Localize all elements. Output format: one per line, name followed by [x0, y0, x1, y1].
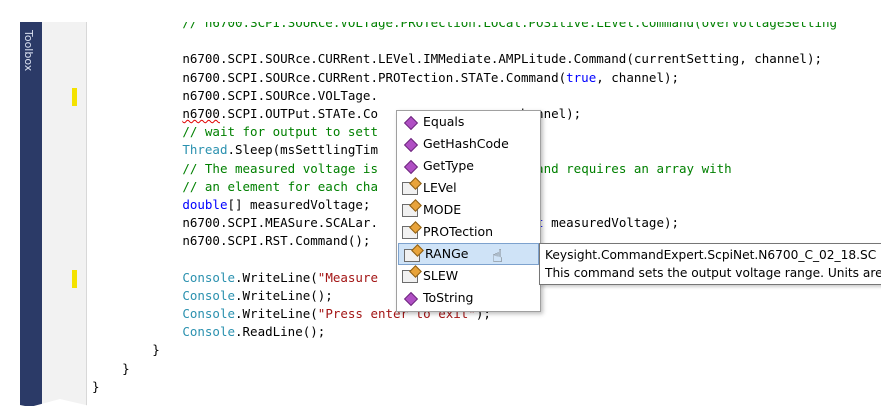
intellisense-item-protection[interactable]: PROTection [397, 221, 540, 243]
code-line[interactable] [92, 32, 837, 50]
code-token: .Sleep(msSettlingTim [227, 142, 378, 158]
code-token: .SCPI.OUTPut.STATe.Co [219, 105, 378, 121]
closing-brace: } [122, 360, 130, 376]
toolbox-tab-label: Toolbox [22, 30, 35, 72]
intellisense-item-label: PROTection [423, 224, 494, 239]
code-token: .WriteLine(); [235, 287, 333, 303]
method-icon [403, 115, 419, 131]
code-token: // an element for each cha [182, 178, 378, 194]
code-line[interactable]: Console.ReadLine(); [92, 323, 837, 341]
editor-gutter [42, 6, 86, 406]
intellisense-tooltip: Keysight.CommandExpert.ScpiNet.N6700_C_0… [539, 243, 881, 285]
closing-brace: } [92, 378, 100, 394]
intellisense-list[interactable]: Equals GetHashCode GetType LEVel MODE PROTect… [396, 110, 541, 312]
intellisense-item-range[interactable]: RANGe [398, 243, 539, 265]
property-icon [402, 226, 418, 239]
code-token: Console [182, 324, 235, 340]
code-token: "Measure [317, 269, 379, 285]
change-marker [72, 270, 77, 288]
code-token: .WriteLine( [235, 269, 318, 285]
code-token: n6700.SCPI.MEASure.SCALar. [182, 215, 378, 231]
code-token: Thread [182, 142, 228, 158]
code-token: Console [182, 269, 235, 285]
code-token: true [566, 69, 597, 85]
intellisense-item-mode[interactable]: MODE [397, 199, 540, 221]
intellisense-item-label: SLEW [423, 268, 459, 283]
code-token: Console [182, 306, 235, 321]
intellisense-item-label: LEVel [423, 180, 457, 195]
property-icon [402, 204, 418, 217]
toolbox-tab[interactable]: Toolbox [20, 6, 43, 406]
intellisense-item-gethashcode[interactable]: GetHashCode [397, 133, 540, 155]
intellisense-item-label: RANGe [425, 246, 469, 261]
code-token: [] measuredVoltage; [227, 196, 371, 212]
code-token: // wait for output to sett [182, 124, 378, 140]
property-icon [402, 182, 418, 195]
code-line[interactable]: n6700.SCPI.SOURce.VOLTage. [92, 87, 837, 105]
intellisense-item-slew[interactable]: SLEW [397, 265, 540, 287]
closing-brace-line[interactable]: } [92, 341, 837, 359]
gutter-divider [86, 6, 87, 406]
code-token: measuredVoltage); [543, 215, 680, 231]
code-token: .WriteLine( [235, 306, 318, 321]
code-editor-window: Toolbox // n6700.SCPI.SOURce.VOLTage.PRO… [0, 0, 881, 420]
method-icon [403, 159, 419, 175]
closing-brace: } [152, 342, 160, 358]
tooltip-signature: Keysight.CommandExpert.ScpiNet.N6700_C_0… [545, 248, 877, 262]
intellisense-item-label: Equals [423, 114, 465, 129]
intellisense-item-label: ToString [423, 290, 474, 305]
intellisense-item-label: GetHashCode [423, 136, 509, 151]
intellisense-item-equals[interactable]: Equals [397, 111, 540, 133]
code-token: n6700.SCPI.SOURce.VOLTage. [182, 87, 378, 103]
code-token: double [182, 196, 228, 212]
code-token: n6700.SCPI.SOURce.CURRent.LEVel.IMMediat… [182, 51, 822, 67]
intellisense-item-tostring[interactable]: ToString [397, 287, 540, 309]
intellisense-item-label: GetType [423, 158, 474, 173]
torn-edge-top [0, 0, 881, 22]
code-token: .ReadLine(); [235, 324, 326, 340]
tooltip-description: This command sets the output voltage ran… [545, 266, 881, 280]
change-marker [72, 88, 77, 106]
code-token: Console [182, 287, 235, 303]
code-token: n6700.SCPI.SOURce.CURRent.PROTection.STA… [182, 69, 567, 85]
code-token: n6700 [182, 105, 220, 121]
intellisense-item-gettype[interactable]: GetType [397, 155, 540, 177]
code-line[interactable]: n6700.SCPI.SOURce.CURRent.PROTection.STA… [92, 69, 837, 87]
mouse-pointer-icon: ☝ [492, 246, 503, 267]
method-icon [403, 137, 419, 153]
intellisense-item-level[interactable]: LEVel [397, 177, 540, 199]
code-token: // The measured voltage is [182, 160, 378, 176]
property-icon [404, 249, 420, 262]
code-token: n6700.SCPI.RST.Command(); [182, 233, 371, 249]
closing-brace-line[interactable]: } [92, 360, 837, 378]
code-line[interactable]: n6700.SCPI.SOURce.CURRent.LEVel.IMMediat… [92, 50, 837, 68]
torn-edge-bottom [0, 399, 881, 420]
method-icon [403, 291, 419, 307]
intellisense-item-label: MODE [423, 202, 462, 217]
code-token: , channel); [596, 69, 680, 85]
property-icon [402, 270, 418, 283]
